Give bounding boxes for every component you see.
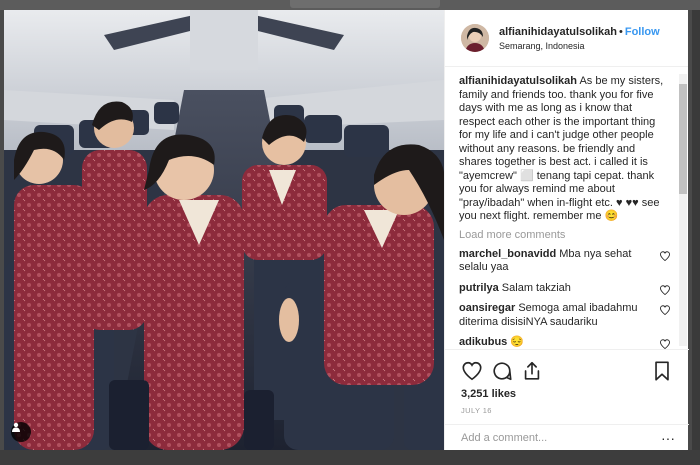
page-background-bottom: [0, 450, 700, 465]
separator-dot: •: [618, 25, 623, 38]
post-side-panel: alfianihidayatulsolikah • Follow Semarang,…: [444, 10, 689, 450]
person-icon[interactable]: [11, 422, 31, 442]
post-actions: 3,251 likes JULY 16: [445, 349, 689, 424]
page-background-right: [692, 10, 700, 465]
comment-text: 😔: [510, 336, 525, 348]
caption-text: As be my sisters, family and friends too…: [459, 75, 664, 222]
comment-like-heart-icon[interactable]: [659, 250, 671, 262]
comment-username[interactable]: marchel_bonavidd: [459, 248, 556, 260]
comment-username[interactable]: adikubus: [459, 336, 507, 348]
comment-username[interactable]: putrilya: [459, 282, 499, 294]
location-link[interactable]: Semarang, Indonesia: [499, 39, 660, 53]
header-text: alfianihidayatulsolikah • Follow Semarang,…: [499, 24, 660, 53]
more-options-icon[interactable]: ···: [661, 431, 675, 445]
post-caption: alfianihidayatulsolikah As be my sisters…: [459, 75, 671, 224]
likes-count[interactable]: 3,251 likes: [461, 388, 673, 400]
comment-text: Salam takziah: [501, 281, 571, 294]
share-icon[interactable]: [521, 360, 543, 382]
bookmark-icon[interactable]: [651, 360, 673, 382]
add-comment-input[interactable]: [459, 430, 661, 445]
username-link[interactable]: alfianihidayatulsolikah: [499, 26, 617, 38]
comment-like-heart-icon[interactable]: [659, 304, 671, 316]
comment-item: marchel_bonavidd Mba nya sehat selalu ya…: [459, 248, 671, 275]
cabin-crew-photo: [4, 10, 444, 450]
comments-list[interactable]: alfianihidayatulsolikah As be my sisters…: [445, 67, 685, 349]
load-more-comments-button[interactable]: Load more comments: [459, 229, 671, 241]
comment-item: adikubus 😔: [459, 336, 671, 349]
comment-like-heart-icon[interactable]: [659, 338, 671, 349]
post-modal: alfianihidayatulsolikah • Follow Semarang,…: [4, 10, 689, 450]
post-header: alfianihidayatulsolikah • Follow Semarang,…: [445, 10, 688, 67]
comment-username[interactable]: oansiregar: [459, 302, 515, 314]
action-icons-row: [461, 360, 673, 382]
comment-icon[interactable]: [491, 360, 513, 382]
comment-item: putrilya Salam takziah: [459, 282, 671, 296]
background-search-bar: [290, 0, 440, 8]
comment-item: oansiregar Semoga amal ibadahmu diterima…: [459, 302, 671, 329]
post-date: JULY 16: [461, 406, 492, 415]
post-photo: [4, 10, 444, 450]
caption-username[interactable]: alfianihidayatulsolikah: [459, 75, 577, 87]
comment-like-heart-icon[interactable]: [659, 284, 671, 296]
avatar[interactable]: [461, 24, 489, 52]
add-comment-bar: ···: [445, 424, 689, 450]
follow-button[interactable]: Follow: [625, 26, 660, 38]
heart-icon[interactable]: [461, 360, 483, 382]
comments-scrollbar[interactable]: [679, 74, 687, 346]
scrollbar-thumb[interactable]: [679, 84, 687, 194]
